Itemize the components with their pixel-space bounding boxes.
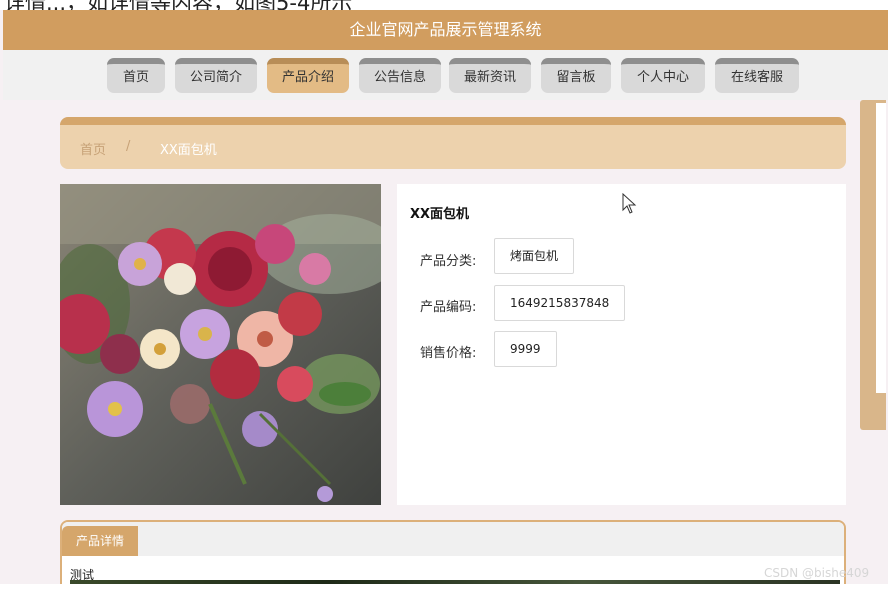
product-code-label: 产品编码: <box>420 300 477 315</box>
mouse-pointer-icon <box>622 193 637 214</box>
product-image[interactable] <box>60 184 381 505</box>
tab-label: 产品详情 <box>75 534 124 548</box>
product-code-value: 1649215837848 <box>494 285 626 321</box>
breadcrumb-separator: / <box>126 139 131 154</box>
price-label: 销售价格: <box>420 346 477 361</box>
nav-item-label: 公司简介 <box>189 70 242 85</box>
nav-item-home[interactable]: 首页 <box>107 58 165 93</box>
nav-item-label: 首页 <box>122 70 149 85</box>
breadcrumb-current: XX面包机 <box>160 143 217 158</box>
category-value: 烤面包机 <box>494 238 575 274</box>
main-nav: 首页 公司简介 产品介绍 公告信息 最新资讯 留言板 个人中心 在线客服 <box>3 50 888 100</box>
nav-item-label: 个人中心 <box>636 70 689 85</box>
bottom-edge <box>0 584 888 589</box>
nav-item-label: 留言板 <box>556 70 596 85</box>
nav-item-label: 产品介绍 <box>281 70 334 85</box>
document-caption-strip: 详情...，如详情等内容，如图5-4所示 <box>0 0 888 10</box>
nav-item-message-board[interactable]: 留言板 <box>541 58 611 93</box>
category-label: 产品分类: <box>420 254 477 269</box>
page-frame: 详情...，如详情等内容，如图5-4所示 企业官网产品展示管理系统 首页 公司简… <box>0 0 888 589</box>
product-details-section: 产品详情 测试 <box>60 520 846 589</box>
side-float-panel <box>876 103 886 393</box>
flower-bouquet-photo-icon <box>60 184 381 505</box>
app-title-bar: 企业官网产品展示管理系统 <box>3 10 888 50</box>
nav-item-label: 在线客服 <box>730 70 783 85</box>
tab-product-details[interactable]: 产品详情 <box>62 526 138 556</box>
nav-item-news[interactable]: 最新资讯 <box>449 58 531 93</box>
breadcrumb-home-link[interactable]: 首页 <box>80 139 106 158</box>
nav-item-announcements[interactable]: 公告信息 <box>359 58 441 93</box>
nav-item-label: 公告信息 <box>373 70 426 85</box>
breadcrumb: 首页 / XX面包机 <box>60 117 846 169</box>
price-value: 9999 <box>494 331 557 367</box>
watermark: CSDN @bishe409 <box>764 566 870 580</box>
nav-item-products[interactable]: 产品介绍 <box>267 58 349 93</box>
nav-item-personal-center[interactable]: 个人中心 <box>621 58 705 93</box>
product-name: XX面包机 <box>410 207 470 222</box>
document-caption: 详情...，如详情等内容，如图5-4所示 <box>4 0 352 10</box>
product-info-panel: XX面包机 产品分类: 烤面包机 产品编码: 1649215837848 销售价… <box>397 184 846 505</box>
nav-item-label: 最新资讯 <box>463 70 516 85</box>
nav-item-company-intro[interactable]: 公司简介 <box>175 58 257 93</box>
details-tab-bar: 产品详情 <box>62 522 844 556</box>
app-title: 企业官网产品展示管理系统 <box>349 20 542 39</box>
nav-item-online-service[interactable]: 在线客服 <box>715 58 799 93</box>
